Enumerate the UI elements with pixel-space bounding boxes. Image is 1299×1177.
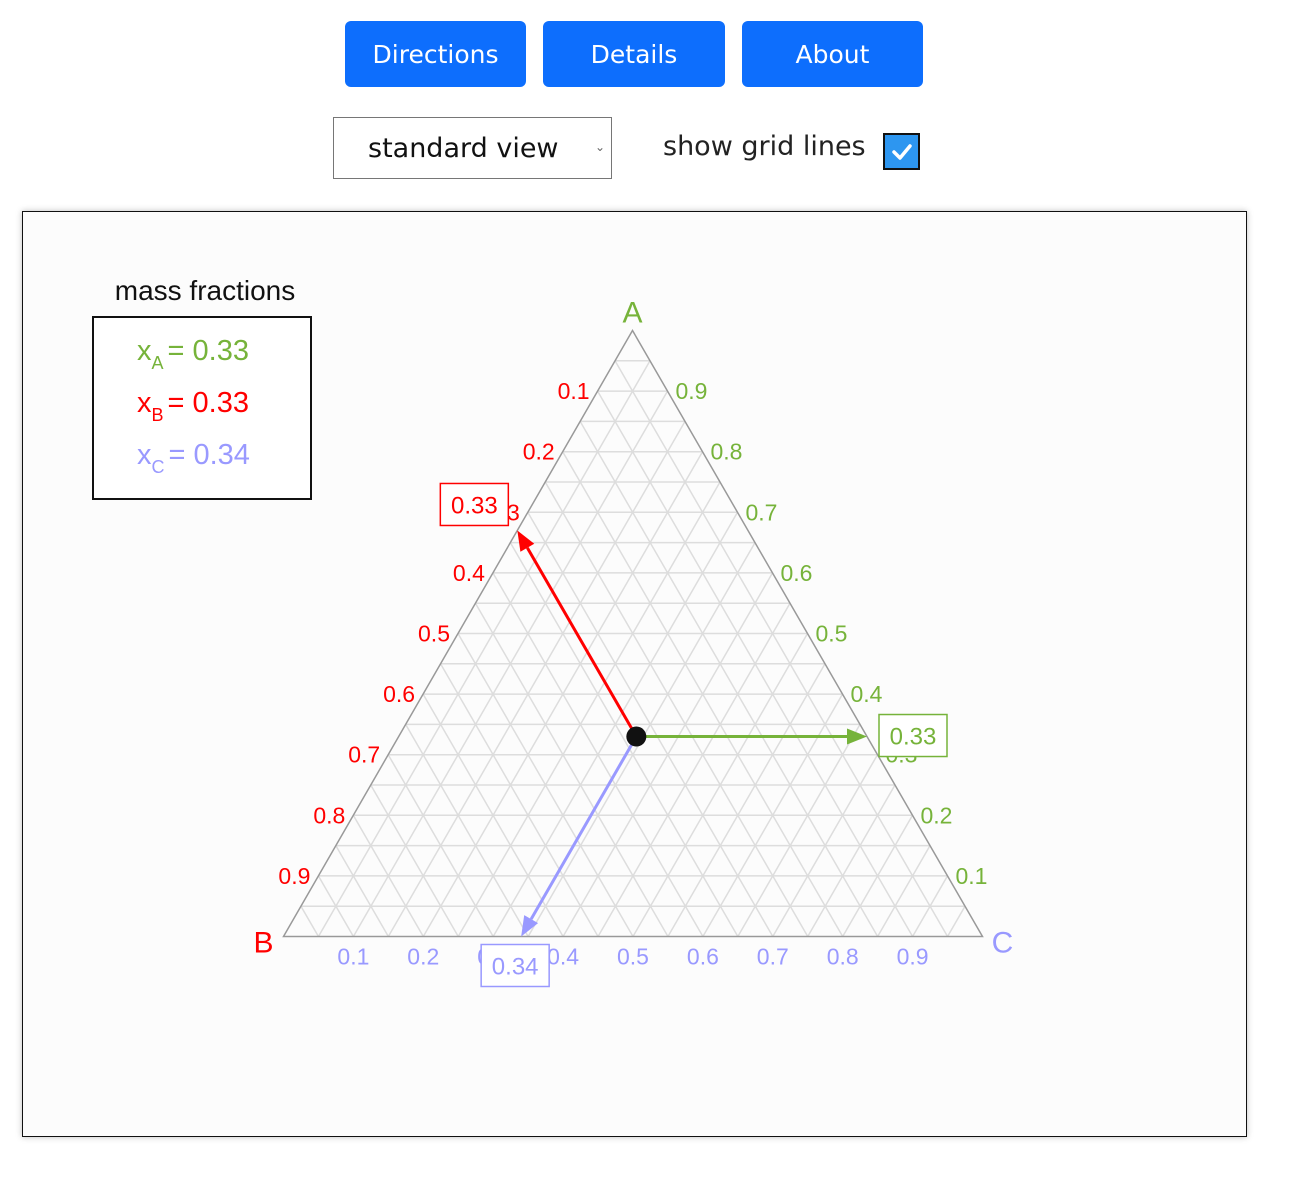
show-grid-lines-label: show grid lines xyxy=(663,131,866,162)
arrow-c-line xyxy=(529,735,638,920)
grid-line-c xyxy=(457,481,721,937)
tick-label-c: 0.7 xyxy=(757,944,789,970)
tick-label-a: 0.4 xyxy=(851,681,883,707)
tick-label-a: 0.1 xyxy=(956,863,988,889)
vertex-label-c: C xyxy=(992,927,1014,960)
arrow-b-line xyxy=(526,547,638,738)
tick-label-a: 0.8 xyxy=(711,439,743,465)
tick-label-b: 0.5 xyxy=(418,621,450,647)
tick-label-b: 0.6 xyxy=(383,681,415,707)
ternary-plot[interactable]: ABC 0.10.10.10.20.20.20.30.30.30.40.40.4… xyxy=(23,212,1248,1138)
tick-label-c: 0.9 xyxy=(897,944,929,970)
tick-label-b: 0.9 xyxy=(278,863,310,889)
tick-label-c: 0.2 xyxy=(407,944,439,970)
tick-label-a: 0.5 xyxy=(816,621,848,647)
grid-lines xyxy=(300,360,966,937)
tick-label-b: 0.7 xyxy=(348,742,380,768)
tick-label-c: 0.6 xyxy=(687,944,719,970)
tick-label-a: 0.9 xyxy=(676,378,708,404)
tick-label-b: 0.4 xyxy=(453,560,485,586)
legend-title: mass fractions xyxy=(115,275,296,306)
checkmark-icon xyxy=(891,143,912,160)
about-button[interactable]: About xyxy=(742,21,923,87)
grid-line-c xyxy=(597,602,791,937)
directions-button[interactable]: Directions xyxy=(345,21,526,87)
grid-line-c xyxy=(667,663,826,937)
grid-line-b xyxy=(614,360,949,937)
grid-line-b xyxy=(370,784,459,937)
details-button[interactable]: Details xyxy=(543,21,725,87)
grid-line-c xyxy=(387,421,686,937)
ternary-plot-panel: ABC 0.10.10.10.20.20.20.30.30.30.40.40.4… xyxy=(22,211,1247,1137)
tick-label-c: 0.4 xyxy=(547,944,579,970)
vertex-label-b: B xyxy=(253,927,273,960)
value-box-a: 0.33 xyxy=(890,724,937,751)
tick-label-c: 0.5 xyxy=(617,944,649,970)
grid-line-b xyxy=(474,602,669,937)
grid-line-b xyxy=(509,542,739,937)
grid-line-c xyxy=(946,905,966,937)
grid-line-b xyxy=(544,481,809,937)
chevron-down-icon: ⌄ xyxy=(594,140,605,154)
tick-label-a: 0.7 xyxy=(746,499,778,525)
grid-line-b xyxy=(405,724,529,937)
view-select-value: standard view xyxy=(368,132,559,164)
arrow-b-head xyxy=(517,530,535,552)
view-select[interactable]: standard view ⌄ xyxy=(333,117,612,179)
grid-line-b xyxy=(300,905,320,937)
tick-label-b: 0.2 xyxy=(523,439,555,465)
tick-label-c: 0.1 xyxy=(337,944,369,970)
grid-line-b xyxy=(439,663,599,937)
composition-point[interactable] xyxy=(626,726,647,747)
vertex-label-a: A xyxy=(622,297,642,330)
show-grid-lines-checkbox[interactable] xyxy=(883,133,920,170)
tick-label-c: 0.8 xyxy=(827,944,859,970)
triangle-axes: A B C xyxy=(253,297,1013,960)
grid-line-c xyxy=(807,784,896,937)
tick-label-a: 0.6 xyxy=(781,560,813,586)
value-box-b: 0.33 xyxy=(451,492,498,519)
grid-line-c xyxy=(317,360,651,937)
grid-line-c xyxy=(737,724,861,937)
value-box-c: 0.34 xyxy=(492,954,539,981)
tick-label-b: 0.1 xyxy=(558,378,590,404)
tick-label-b: 0.8 xyxy=(313,802,345,828)
tick-label-a: 0.2 xyxy=(921,802,953,828)
